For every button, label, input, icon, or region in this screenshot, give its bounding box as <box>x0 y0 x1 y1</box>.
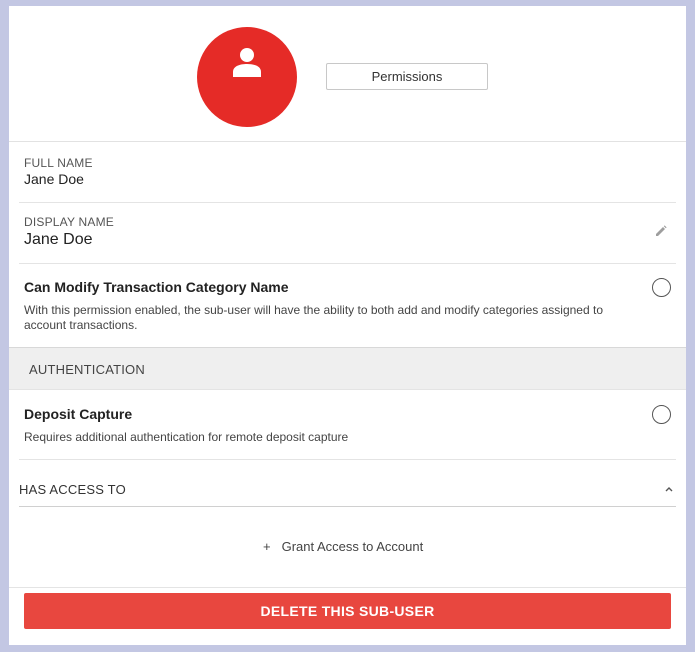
grant-access-button[interactable]: + Grant Access to Account <box>263 539 423 554</box>
chevron-up-icon[interactable] <box>665 486 673 492</box>
divider <box>9 587 686 588</box>
divider <box>19 263 676 264</box>
deposit-capture-toggle[interactable] <box>652 405 671 424</box>
plus-icon: + <box>263 539 271 554</box>
user-icon <box>233 48 261 77</box>
deposit-capture-description: Requires additional authentication for r… <box>24 430 349 444</box>
delete-sub-user-button[interactable]: DELETE THIS SUB-USER <box>24 593 671 629</box>
grant-access-label: Grant Access to Account <box>281 539 424 554</box>
pencil-icon[interactable] <box>655 225 667 237</box>
sub-user-panel: Permissions FULL NAME Jane Doe DISPLAY N… <box>9 6 686 645</box>
full-name-field: FULL NAME Jane Doe <box>24 156 676 187</box>
full-name-label: FULL NAME <box>24 156 93 170</box>
avatar <box>197 27 297 127</box>
divider <box>19 459 676 460</box>
modify-category-title: Can Modify Transaction Category Name <box>24 279 289 295</box>
modify-category-description: With this permission enabled, the sub-us… <box>24 303 603 332</box>
modify-category-toggle[interactable] <box>652 278 671 297</box>
authentication-section-header: AUTHENTICATION <box>9 347 686 390</box>
has-access-header[interactable]: HAS ACCESS TO <box>19 482 126 497</box>
profile-header: Permissions <box>9 6 686 142</box>
permissions-button[interactable]: Permissions <box>326 63 488 90</box>
divider <box>19 506 676 507</box>
display-name-label: DISPLAY NAME <box>24 215 114 229</box>
full-name-value: Jane Doe <box>24 171 84 187</box>
deposit-capture-permission: Deposit Capture Requires additional auth… <box>24 406 624 445</box>
deposit-capture-title: Deposit Capture <box>24 406 133 422</box>
display-name-field[interactable]: DISPLAY NAME Jane Doe <box>24 215 676 249</box>
divider <box>19 202 676 203</box>
modify-category-permission: Can Modify Transaction Category Name Wit… <box>24 279 624 333</box>
authentication-title: AUTHENTICATION <box>29 362 145 377</box>
display-name-value: Jane Doe <box>24 231 93 248</box>
